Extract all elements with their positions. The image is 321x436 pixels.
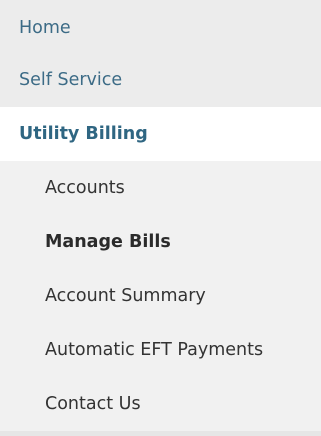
subnav-item-automatic-eft-payments[interactable]: Automatic EFT Payments	[0, 323, 321, 377]
subnav-item-account-summary[interactable]: Account Summary	[0, 269, 321, 323]
nav-item-home[interactable]: Home	[0, 0, 321, 53]
nav-bottom-divider	[0, 431, 321, 436]
utility-billing-submenu: Accounts Manage Bills Account Summary Au…	[0, 161, 321, 431]
subnav-item-manage-bills[interactable]: Manage Bills	[0, 215, 321, 269]
nav-item-self-service[interactable]: Self Service	[0, 53, 321, 107]
subnav-item-accounts[interactable]: Accounts	[0, 161, 321, 215]
sidebar-nav: Home Self Service Utility Billing Accoun…	[0, 0, 321, 436]
nav-item-utility-billing[interactable]: Utility Billing	[0, 107, 321, 161]
subnav-item-contact-us[interactable]: Contact Us	[0, 377, 321, 431]
